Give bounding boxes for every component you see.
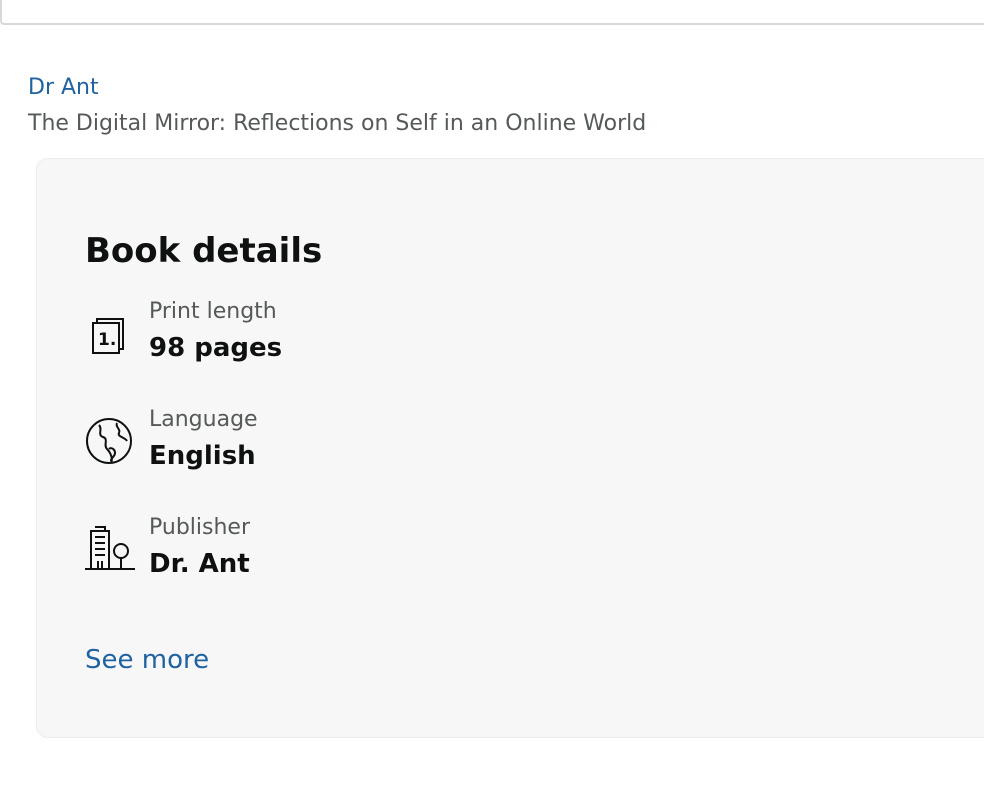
detail-label: Language	[149, 407, 258, 432]
search-results-box	[0, 0, 984, 25]
book-details-card: Book details 1. Print length 98 pages La…	[36, 158, 984, 738]
pages-icon: 1.	[85, 309, 133, 357]
globe-icon	[85, 417, 133, 465]
detail-language: Language English	[85, 407, 585, 487]
book-title: The Digital Mirror: Reflections on Self …	[28, 111, 647, 136]
building-icon	[85, 525, 135, 573]
detail-print-length: 1. Print length 98 pages	[85, 299, 585, 379]
book-details-heading: Book details	[85, 231, 323, 271]
detail-label: Publisher	[149, 515, 250, 540]
detail-label: Print length	[149, 299, 277, 324]
author-link[interactable]: Dr Ant	[28, 75, 99, 100]
detail-value: English	[149, 441, 256, 471]
detail-value: Dr. Ant	[149, 549, 250, 579]
detail-value: 98 pages	[149, 333, 283, 363]
svg-text:1.: 1.	[98, 330, 116, 350]
detail-publisher: Publisher Dr. Ant	[85, 515, 585, 595]
see-more-link[interactable]: See more	[85, 645, 209, 675]
